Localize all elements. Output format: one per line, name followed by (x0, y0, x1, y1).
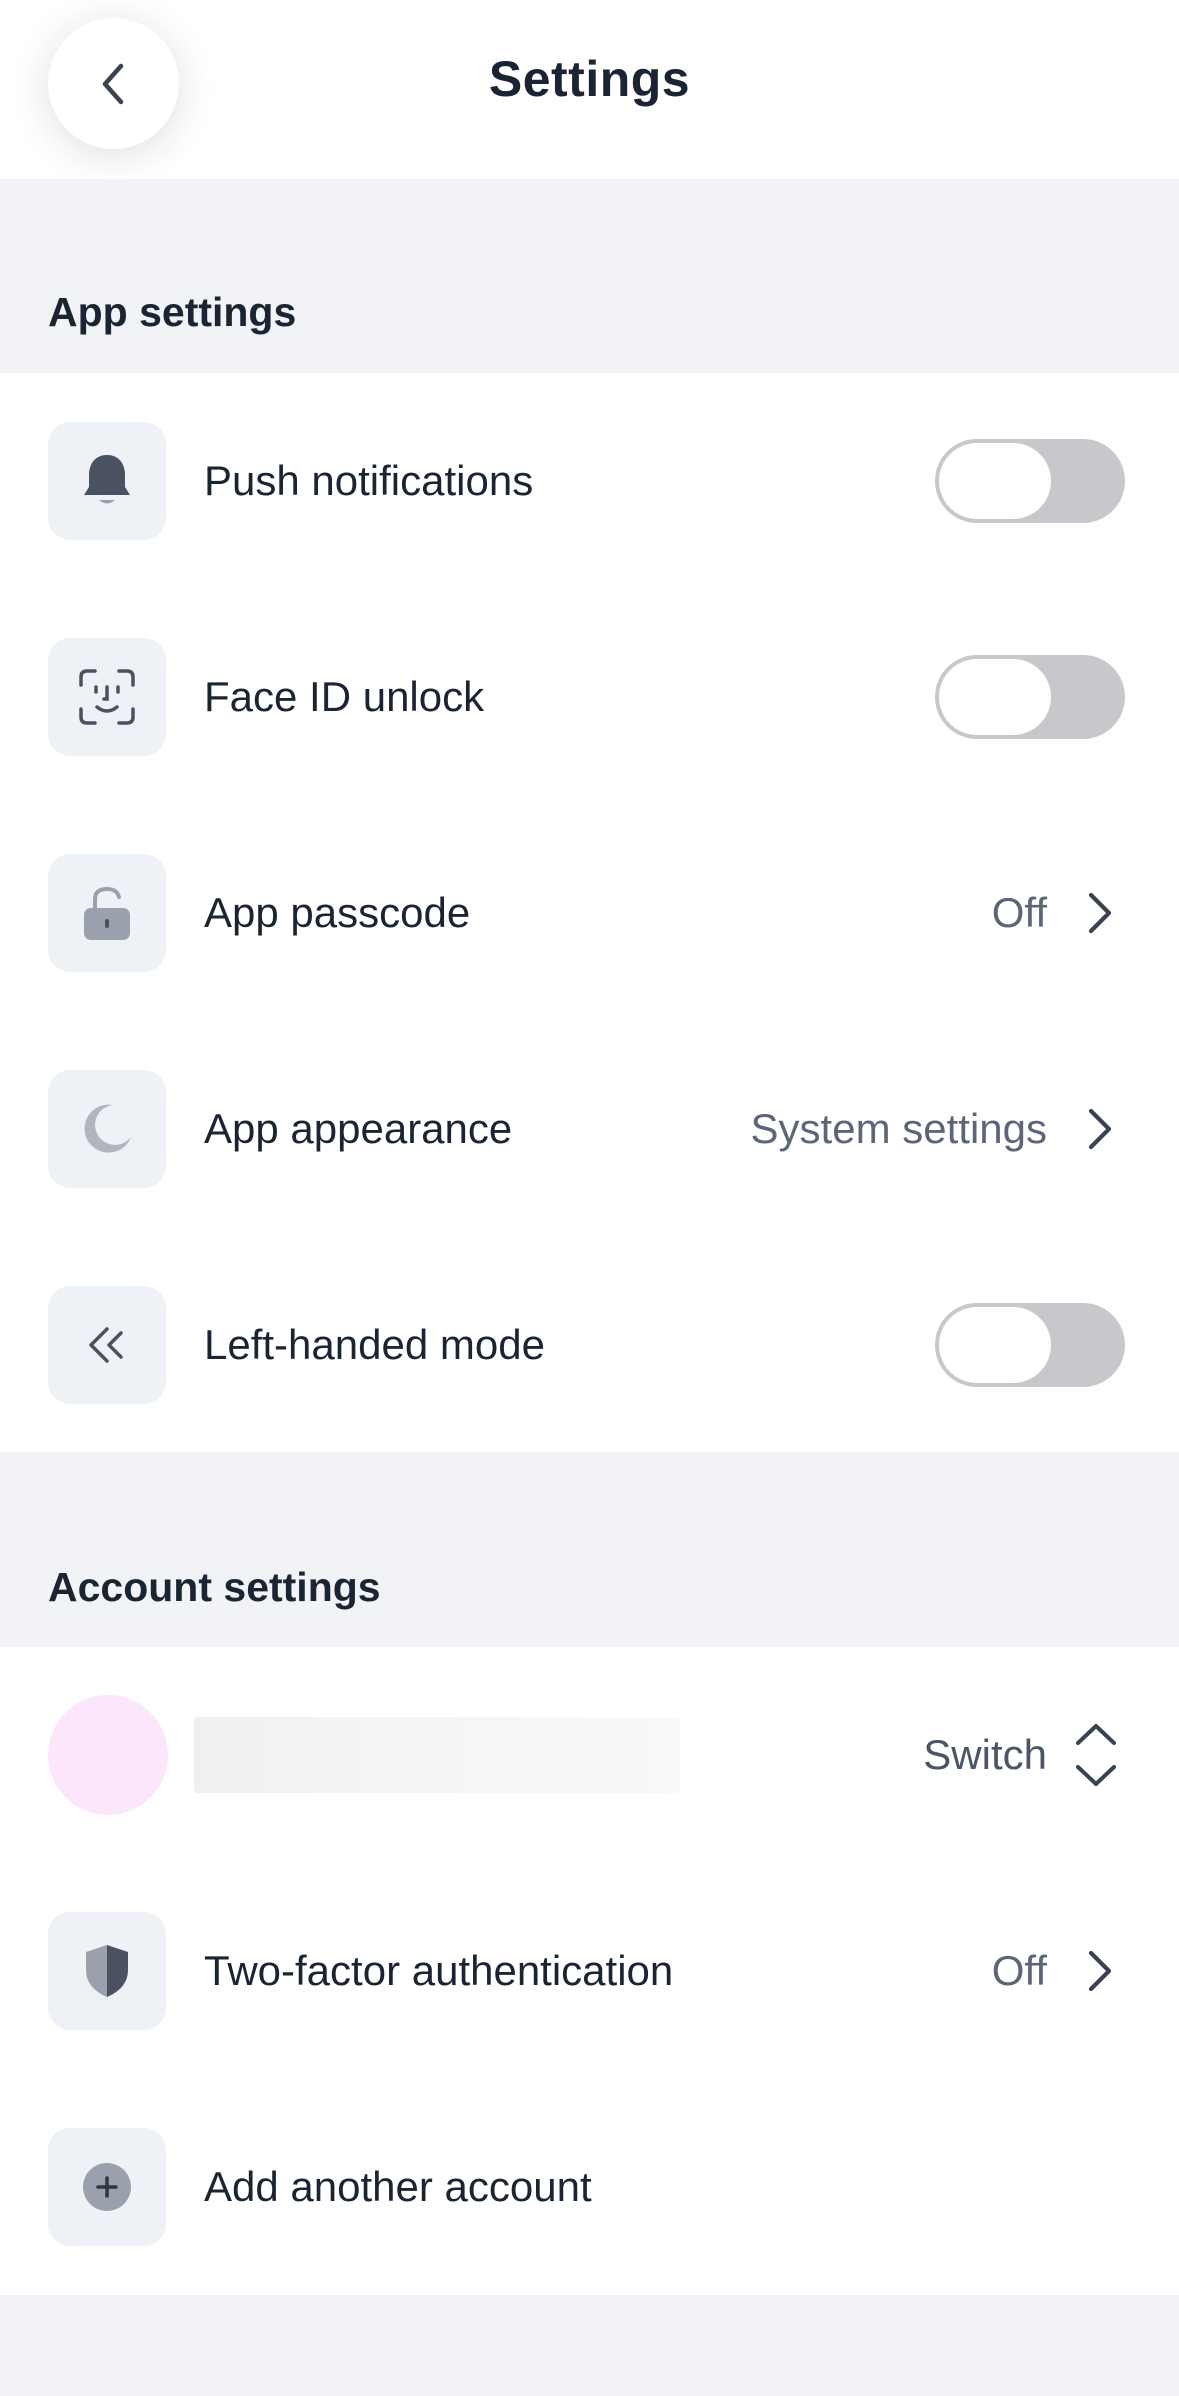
app-passcode-row[interactable]: App passcode Off (0, 805, 1179, 1021)
app-passcode-label: App passcode (204, 889, 471, 936)
chevron-up-down-icon (1076, 1724, 1116, 1786)
app-appearance-row[interactable]: App appearance System settings (0, 1021, 1179, 1237)
two-factor-row[interactable]: Two-factor authentication Off (0, 1863, 1179, 2079)
header-bar: Settings (0, 0, 1179, 179)
app-passcode-icon-box (48, 854, 166, 972)
app-settings-section-header: App settings (0, 179, 1179, 373)
switch-label: Switch (923, 1731, 1047, 1778)
face-id-row[interactable]: Face ID unlock (0, 589, 1179, 805)
bell-icon (84, 455, 130, 504)
left-handed-mode-toggle[interactable] (935, 1303, 1125, 1387)
lock-icon (84, 886, 130, 940)
account-switch-row[interactable]: Switch (0, 1647, 1179, 1863)
chevron-right-icon (1088, 892, 1112, 934)
two-factor-label: Two-factor authentication (204, 1947, 674, 1994)
two-factor-value: Off (991, 1947, 1047, 1994)
left-handed-mode-label: Left-handed mode (204, 1321, 545, 1368)
push-notifications-toggle[interactable] (935, 439, 1125, 523)
shield-icon (86, 1945, 128, 1997)
add-account-label: Add another account (204, 2163, 592, 2210)
face-id-icon (79, 669, 135, 725)
moon-icon (84, 1104, 131, 1153)
chevron-right-icon (1088, 1950, 1112, 1992)
plus-circle-icon (83, 2163, 131, 2211)
add-account-row[interactable]: Add another account (0, 2079, 1179, 2295)
toggle-knob (939, 659, 1051, 735)
account-name-redacted (194, 1717, 680, 1793)
account-settings-section-header: Account settings (0, 1452, 1179, 1647)
app-settings-card: Push notifications Face ID unlock App pa… (0, 373, 1179, 1452)
two-factor-icon-box (48, 1912, 166, 2030)
toggle-knob (939, 443, 1051, 519)
push-notifications-label: Push notifications (204, 457, 534, 504)
push-notifications-row[interactable]: Push notifications (0, 373, 1179, 589)
app-appearance-icon-box (48, 1070, 166, 1188)
left-handed-mode-icon-box (48, 1286, 166, 1404)
double-chevron-left-icon (89, 1327, 123, 1363)
face-id-icon-box (48, 638, 166, 756)
avatar (48, 1695, 168, 1815)
app-passcode-value: Off (991, 889, 1047, 936)
app-appearance-value: System settings (750, 1105, 1047, 1152)
chevron-right-icon (1088, 1108, 1112, 1150)
app-settings-title: App settings (48, 289, 297, 335)
app-appearance-label: App appearance (204, 1105, 513, 1152)
face-id-label: Face ID unlock (204, 673, 485, 720)
page-title: Settings (488, 51, 691, 107)
left-handed-mode-row[interactable]: Left-handed mode (0, 1237, 1179, 1453)
account-settings-card: Switch Two-factor authentication Off Add… (0, 1647, 1179, 2295)
toggle-knob (939, 1307, 1051, 1383)
face-id-toggle[interactable] (935, 655, 1125, 739)
push-notifications-icon-box (48, 422, 166, 540)
account-settings-title: Account settings (48, 1564, 381, 1610)
add-account-icon-box (48, 2128, 166, 2246)
